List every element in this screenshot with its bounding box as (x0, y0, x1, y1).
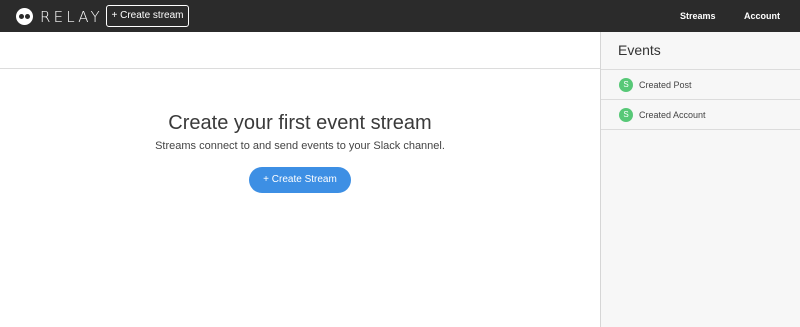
events-sidebar: Events S Created Post S Created Account (600, 32, 800, 327)
create-stream-primary-button[interactable]: + Create Stream (249, 167, 351, 193)
event-item-created-account[interactable]: S Created Account (601, 100, 800, 130)
event-label: Created Post (639, 80, 692, 90)
empty-state-subtitle: Streams connect to and send events to yo… (155, 140, 445, 152)
logo-text: RELAY (40, 7, 103, 26)
event-source-badge: S (619, 78, 633, 92)
event-item-created-post[interactable]: S Created Post (601, 70, 800, 100)
create-stream-button[interactable]: + Create stream (106, 5, 189, 27)
relay-logo-icon (16, 8, 33, 25)
empty-state-title: Create your first event stream (168, 112, 432, 134)
nav-account-link[interactable]: Account (744, 11, 780, 21)
event-label: Created Account (639, 110, 706, 120)
nav-streams-link[interactable]: Streams (680, 11, 716, 21)
top-navbar: RELAY + Create stream Streams Account (0, 0, 800, 32)
events-title: Events (618, 42, 661, 58)
relay-logo[interactable]: RELAY (16, 7, 103, 26)
main-content: Create your first event stream Streams c… (0, 32, 600, 327)
main-header-bar (0, 32, 600, 69)
event-source-badge: S (619, 108, 633, 122)
